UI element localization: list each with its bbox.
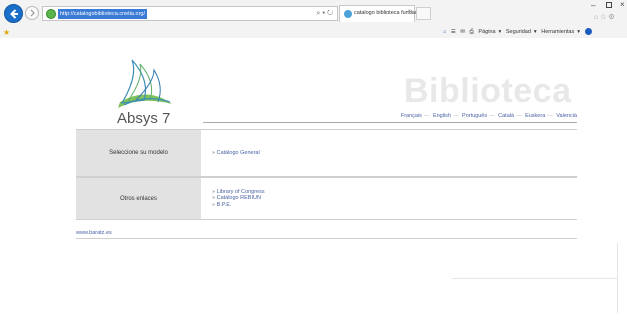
forward-button[interactable] — [25, 6, 39, 20]
back-arrow-icon — [10, 9, 18, 19]
maximize-button[interactable] — [606, 2, 612, 8]
site-globe-icon — [46, 9, 56, 19]
back-button[interactable] — [4, 4, 23, 23]
new-tab-button[interactable] — [416, 7, 431, 20]
language-selector: Français — English — Português — Català — Eu… — [400, 113, 577, 119]
footer-link-baratz[interactable]: www.baratz.es — [76, 230, 112, 236]
browser-chrome: http://catalogobiblioteca.cnetia.org/ ⌕ … — [0, 0, 627, 38]
url-text[interactable]: http://catalogobiblioteca.cnetia.org/ — [58, 9, 148, 19]
command-bar: ⌂ ☰ ✉ ⎙ Página ▾ Seguridad ▾ Herramientas ▾ — [443, 28, 595, 36]
close-window-button[interactable]: × — [620, 0, 625, 9]
home-favorites-settings-icons[interactable]: ⌂ ☆ ⚙ — [594, 13, 615, 21]
mail-icon[interactable]: ✉ — [460, 29, 465, 35]
security-menu[interactable]: Seguridad — [506, 29, 531, 35]
tab-favicon-icon — [344, 10, 352, 18]
feeds-icon[interactable]: ☰ — [451, 29, 456, 35]
link-bpe[interactable]: B.P.E. — [212, 202, 577, 209]
absys-book-logo-icon — [118, 59, 172, 108]
lang-link-english[interactable]: English — [433, 113, 451, 119]
decorative-line — [452, 278, 618, 279]
section-row-model: Seleccione su modelo Catálogo General — [76, 129, 577, 177]
link-catalogo-general[interactable]: Catálogo General — [212, 150, 577, 157]
lang-link-valencian[interactable]: Valencià — [556, 113, 577, 119]
lang-link-french[interactable]: Français — [401, 113, 422, 119]
section-label: Seleccione su modelo — [76, 130, 201, 176]
address-bar[interactable]: http://catalogobiblioteca.cnetia.org/ ⌕ … — [42, 6, 338, 21]
home-icon[interactable]: ⌂ — [443, 29, 446, 35]
brand-title: Biblioteca — [404, 72, 572, 110]
chevron-down-icon: ▾ — [577, 29, 580, 35]
section-row-other-links: Otros enlaces Library of Congress Catálo… — [76, 177, 577, 220]
forward-arrow-icon — [30, 9, 35, 17]
section-links: Catálogo General — [212, 130, 577, 176]
tab-active[interactable]: catalogo biblioteca fundaci... × — [339, 5, 423, 22]
chevron-down-icon: ▾ — [498, 29, 502, 35]
page-menu[interactable]: Página — [478, 29, 495, 35]
lang-link-portuguese[interactable]: Português — [462, 113, 487, 119]
tab-title: catalogo biblioteca fundaci... — [354, 10, 424, 16]
footer-divider — [76, 238, 577, 239]
minimize-button[interactable]: – — [591, 1, 595, 10]
print-icon[interactable]: ⎙ — [469, 29, 473, 35]
chevron-down-icon: ▾ — [533, 29, 537, 35]
tools-menu[interactable]: Herramientas — [541, 29, 574, 35]
header-divider — [203, 122, 577, 123]
section-label: Otros enlaces — [76, 178, 201, 219]
page-content: Absys 7 Biblioteca Français — English — Po… — [0, 38, 627, 321]
favorites-star-icon[interactable]: ★ — [3, 28, 10, 37]
tab-close-icon[interactable]: × — [407, 9, 411, 15]
logo-text: Absys 7 — [117, 110, 171, 127]
help-icon[interactable] — [584, 28, 592, 36]
lang-link-catalan[interactable]: Català — [498, 113, 514, 119]
section-links: Library of Congress Catálogo REBIUN B.P.… — [212, 178, 577, 219]
search-refresh-icons[interactable]: ⌕ ▾ ↻ — [316, 8, 333, 20]
lang-link-basque[interactable]: Euskera — [525, 113, 545, 119]
